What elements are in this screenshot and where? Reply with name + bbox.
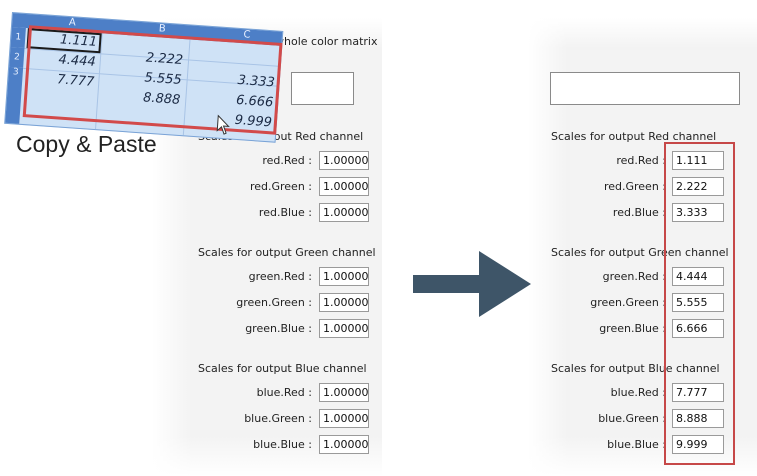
field-red-blue[interactable]: 1.00000 [319, 203, 369, 222]
field-label-red-red-after: red.Red : [616, 154, 666, 167]
pasted-values-highlight [664, 142, 735, 465]
field-label-green-green-after: green.Green : [590, 296, 666, 309]
field-blue-blue[interactable]: 1.00000 [319, 435, 369, 454]
field-label-green-green: green.Green : [236, 296, 312, 309]
copied-range-highlight [22, 25, 283, 135]
field-label-green-red-after: green.Red : [602, 270, 666, 283]
section-title-green: Scales for output Green channel [198, 246, 376, 259]
field-label-red-green-after: red.Green : [603, 180, 666, 193]
row-header-1: 1 [10, 27, 26, 48]
row-header-3: 3 [5, 66, 24, 124]
field-label-blue-red: blue.Red : [256, 386, 312, 399]
field-label-red-blue: red.Blue : [258, 206, 312, 219]
field-blue-green[interactable]: 1.00000 [319, 409, 369, 428]
right-arrow-icon [413, 251, 531, 317]
field-green-red[interactable]: 1.00000 [319, 267, 369, 286]
field-label-blue-red-after: blue.Red : [610, 386, 666, 399]
field-label-green-blue-after: green.Blue : [599, 322, 666, 335]
field-label-blue-green-after: blue.Green : [598, 412, 666, 425]
field-label-red-green: red.Green : [249, 180, 312, 193]
field-label-blue-blue: blue.Blue : [253, 438, 312, 451]
field-label-green-blue: green.Blue : [245, 322, 312, 335]
field-label-blue-blue-after: blue.Blue : [607, 438, 666, 451]
field-green-blue[interactable]: 1.00000 [319, 319, 369, 338]
spreadsheet-snippet: A B C 1 2 3 1.111 2.222 3.333 4.444 5.55… [4, 12, 284, 143]
field-label-blue-green: blue.Green : [244, 412, 312, 425]
field-label-red-red: red.Red : [262, 154, 312, 167]
field-label-green-red: green.Red : [248, 270, 312, 283]
section-title-blue: Scales for output Blue channel [198, 362, 367, 375]
field-label-red-blue-after: red.Blue : [612, 206, 666, 219]
field-red-red[interactable]: 1.00000 [319, 151, 369, 170]
copy-paste-caption: Copy & Paste [16, 131, 157, 157]
field-red-green[interactable]: 1.00000 [319, 177, 369, 196]
paste-matrix-input-after[interactable] [550, 72, 740, 105]
paste-matrix-input[interactable] [291, 72, 354, 105]
mouse-cursor-icon [216, 114, 230, 135]
row-header-2: 2 [9, 46, 25, 68]
field-blue-red[interactable]: 1.00000 [319, 383, 369, 402]
field-green-green[interactable]: 1.00000 [319, 293, 369, 312]
